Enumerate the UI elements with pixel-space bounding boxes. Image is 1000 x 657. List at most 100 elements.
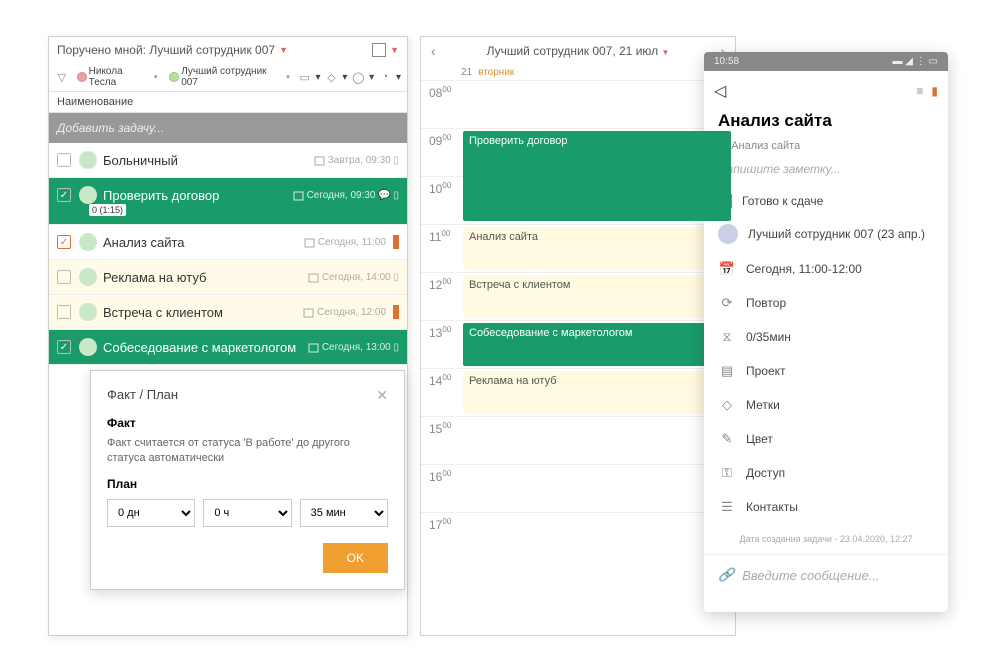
avatar-icon <box>79 186 97 204</box>
task-row[interactable]: ✓ Собеседование с маркетологом Сегодня, … <box>49 330 407 365</box>
detail-item[interactable]: 📅Сегодня, 11:00-12:00 <box>704 252 948 286</box>
task-checkbox[interactable] <box>57 270 71 284</box>
hour-row[interactable]: 1100Анализ сайта <box>421 224 735 272</box>
status-icon[interactable]: ◯ <box>351 70 365 84</box>
detail-item[interactable]: ✓Готово к сдаче <box>704 186 948 216</box>
item-label: Контакты <box>746 500 798 514</box>
header-checkbox[interactable] <box>372 43 386 57</box>
task-checkbox[interactable]: ✓ <box>57 235 71 249</box>
task-checkbox[interactable] <box>57 153 71 167</box>
task-row[interactable]: ✓ Анализ сайта Сегодня, 11:00 <box>49 225 407 260</box>
task-checkbox[interactable]: ✓ <box>57 340 71 354</box>
calendar-panel: ‹ Лучший сотрудник 007, 21 июл ▼ › 21вто… <box>420 36 736 636</box>
task-row[interactable]: ✓ Проверить договор 0 (1:15) Сегодня, 09… <box>49 178 407 225</box>
detail-item[interactable]: ☰Контакты <box>704 490 948 524</box>
bookmark-icon <box>393 305 399 319</box>
detail-item[interactable]: Лучший сотрудник 007 (23 апр.) <box>704 216 948 252</box>
filter-chip[interactable]: Лучший сотрудник 007▾ <box>165 65 293 89</box>
calendar-event[interactable]: Реклама на ютуб <box>463 371 731 414</box>
task-row[interactable]: Реклама на ютуб Сегодня, 14:00 ▯ <box>49 260 407 295</box>
back-icon[interactable]: ◁ <box>714 81 726 101</box>
hour-row[interactable]: 1200Встреча с клиентом <box>421 272 735 320</box>
hour-row[interactable]: 0900Проверить договор <box>421 128 735 176</box>
detail-item[interactable]: ▤Проект <box>704 354 948 388</box>
task-row[interactable]: Встреча с клиентом Сегодня, 12:00 <box>49 295 407 330</box>
hour-label: 1500 <box>421 417 461 464</box>
nav-bar: ◁ ≡ ▮ <box>704 71 948 111</box>
task-checkbox[interactable]: ✓ <box>57 188 71 202</box>
ok-button[interactable]: OK <box>323 543 388 573</box>
plan-minutes[interactable]: 35 мин <box>300 499 388 527</box>
task-title: Встреча с клиентом <box>103 305 223 320</box>
calendar-event[interactable]: Встреча с клиентом <box>463 275 731 318</box>
calendar-icon <box>293 190 304 201</box>
detail-item[interactable]: ◇Метки <box>704 388 948 422</box>
avatar-icon <box>79 338 97 356</box>
calendar-event[interactable]: Собеседование с маркетологом <box>463 323 731 366</box>
close-icon[interactable]: ✕ <box>376 387 388 404</box>
filter-bar: ▽Никола Тесла▾ Лучший сотрудник 007▾ ▭▾ … <box>49 63 407 91</box>
task-row[interactable]: Больничный Завтра, 09:30 ▯ <box>49 143 407 178</box>
hour-label: 1200 <box>421 273 461 320</box>
attach-icon[interactable]: 🔗 <box>718 567 734 583</box>
task-title: Больничный <box>103 153 178 168</box>
calendar-icon <box>303 307 314 318</box>
message-input[interactable]: 🔗Введите сообщение... <box>704 554 948 595</box>
detail-item[interactable]: ✎Цвет <box>704 422 948 456</box>
calendar-header: ‹ Лучший сотрудник 007, 21 июл ▼ › <box>421 37 735 65</box>
avatar-icon <box>79 303 97 321</box>
column-header: Наименование <box>49 91 407 113</box>
item-label: 0/35мин <box>746 330 791 344</box>
filter-chip[interactable]: Никола Тесла▾ <box>73 65 162 89</box>
hour-row[interactable]: 1300Собеседование с маркетологом <box>421 320 735 368</box>
fact-plan-dialog: Факт / План✕ Факт Факт считается от стат… <box>90 370 405 590</box>
list-icon[interactable]: ≡ <box>916 84 923 98</box>
task-meta: Сегодня, 09:30 💬 ▯ <box>293 190 399 201</box>
dropdown-icon[interactable]: ▼ <box>279 45 288 55</box>
hour-row[interactable]: 1700 <box>421 512 735 560</box>
detail-item[interactable]: ⧖0/35мин <box>704 320 948 354</box>
task-title: Реклама на ютуб <box>103 270 206 285</box>
task-title: Проверить договор <box>103 188 219 203</box>
note-input[interactable]: Напишите заметку... <box>704 162 948 186</box>
hour-row[interactable]: 1500 <box>421 416 735 464</box>
time-badge: 0 (1:15) <box>89 204 126 216</box>
avatar-icon <box>79 233 97 251</box>
folder-icon[interactable]: ▭ <box>298 70 312 84</box>
task-meta: Сегодня, 11:00 <box>304 235 399 249</box>
item-label: Цвет <box>746 432 773 446</box>
avatar-icon <box>79 151 97 169</box>
dropdown-icon[interactable]: ▼ <box>390 45 399 55</box>
item-label: Доступ <box>746 466 785 480</box>
hour-label: 1300 <box>421 321 461 368</box>
plan-hours[interactable]: 0 ч <box>203 499 291 527</box>
clock-icon[interactable]: ◔ <box>378 70 392 84</box>
created-date: Дата создания задачи - 23.04.2020, 12:27 <box>704 524 948 554</box>
item-label: Сегодня, 11:00-12:00 <box>746 262 862 276</box>
hour-row[interactable]: 1600 <box>421 464 735 512</box>
item-label: Проект <box>746 364 786 378</box>
avatar-icon <box>79 268 97 286</box>
task-meta: Сегодня, 14:00 ▯ <box>308 272 399 283</box>
task-checkbox[interactable] <box>57 305 71 319</box>
bookmark-icon[interactable]: ▮ <box>931 84 938 98</box>
mobile-detail-panel: 10:58 ▬ ◢ ⋮ ▭ ◁ ≡▮ Анализ сайта ⇧Анализ … <box>704 52 948 612</box>
hour-row[interactable]: 0800 <box>421 80 735 128</box>
hour-label: 1000 <box>421 177 461 224</box>
plan-days[interactable]: 0 дн <box>107 499 195 527</box>
detail-item[interactable]: ⟳Повтор <box>704 286 948 320</box>
task-meta: Сегодня, 13:00 ▯ <box>308 342 399 353</box>
detail-item[interactable]: ⚿Доступ <box>704 456 948 490</box>
tag-icon[interactable]: ◇ <box>325 70 339 84</box>
hour-label: 1600 <box>421 465 461 512</box>
fact-desc: Факт считается от статуса 'В работе' до … <box>107 436 388 467</box>
calendar-event[interactable]: Проверить договор <box>463 131 731 221</box>
calendar-event[interactable]: Анализ сайта <box>463 227 731 270</box>
signal-icons: ▬ ◢ ⋮ ▭ <box>893 56 938 67</box>
detail-sub: ⇧Анализ сайта <box>704 139 948 162</box>
dialog-title: Факт / План✕ <box>107 387 388 404</box>
filter-icon[interactable]: ▽ <box>55 70 69 84</box>
add-task-input[interactable]: Добавить задачу... <box>49 113 407 143</box>
prev-icon[interactable]: ‹ <box>431 43 436 59</box>
hour-row[interactable]: 1400Реклама на ютуб <box>421 368 735 416</box>
